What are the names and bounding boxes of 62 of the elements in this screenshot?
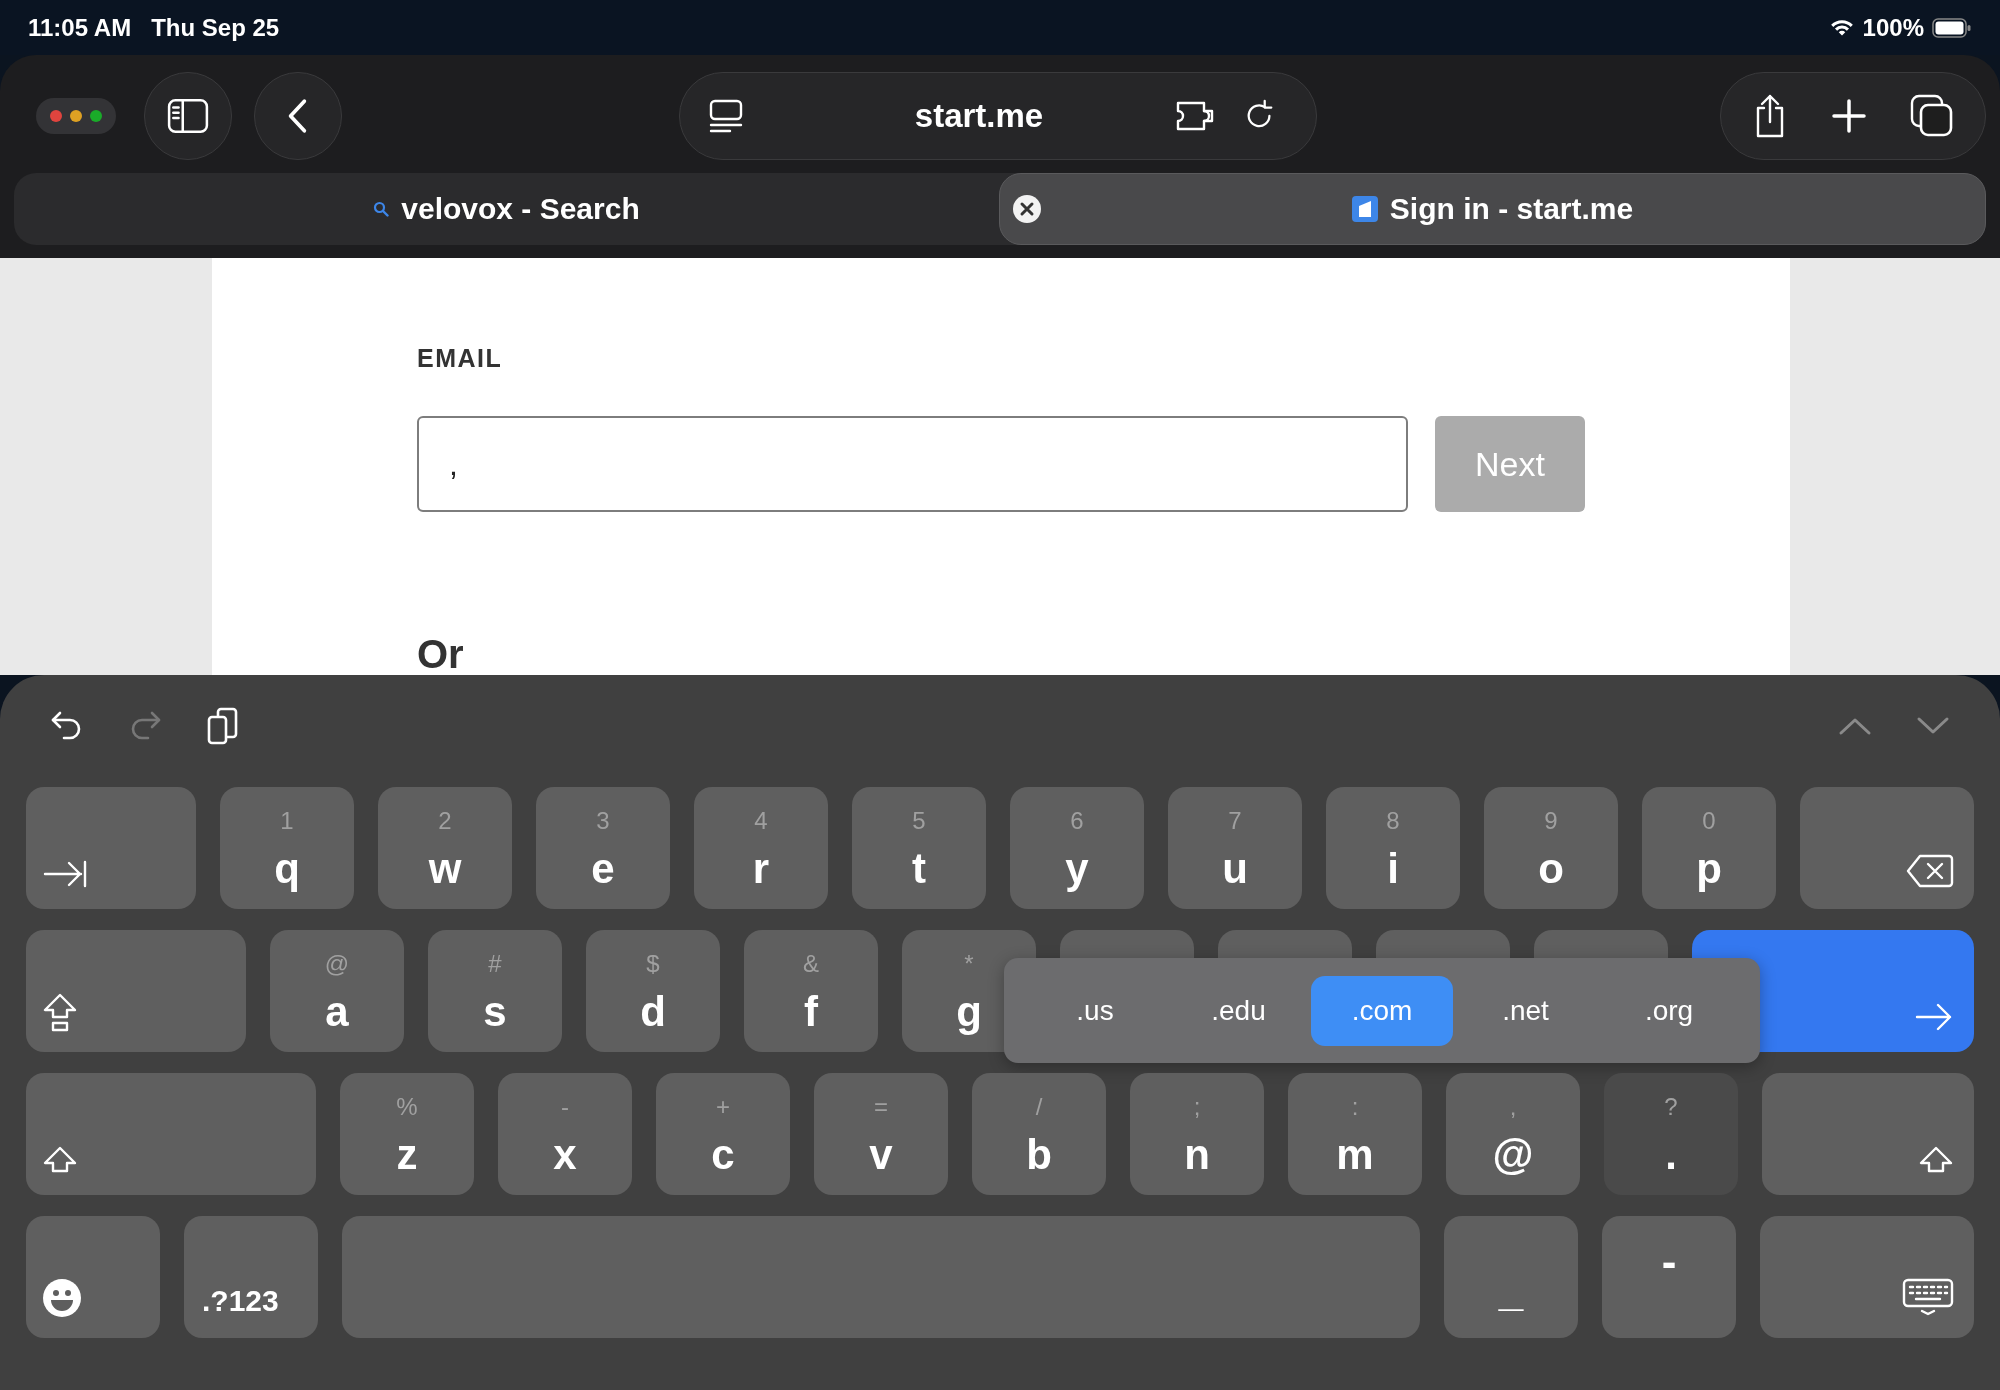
back-icon: [287, 98, 309, 134]
keyboard-key[interactable]: $ d: [586, 930, 720, 1052]
keyboard-key[interactable]: + c: [656, 1073, 790, 1195]
emoji-icon: [42, 1278, 82, 1318]
keyboard-key[interactable]: - x: [498, 1073, 632, 1195]
search-icon: [373, 201, 390, 217]
browser-tab[interactable]: velovox - Search: [14, 173, 999, 245]
clipboard-icon[interactable]: [206, 706, 240, 745]
reader-icon[interactable]: [708, 98, 744, 134]
caps-lock-icon: [42, 992, 78, 1032]
keyboard-key[interactable]: _: [1444, 1216, 1578, 1338]
site-icon: [1351, 196, 1378, 222]
keyboard-key[interactable]: 6 y: [1010, 787, 1144, 909]
domain-option[interactable]: .net: [1454, 975, 1597, 1046]
divider-text: Or: [417, 631, 465, 675]
field-label: EMAIL: [417, 344, 504, 374]
battery-percent: 100%: [1862, 13, 1924, 42]
close-icon[interactable]: [1012, 194, 1042, 224]
keyboard-key[interactable]: ; n: [1130, 1073, 1264, 1195]
plus-icon[interactable]: [1831, 98, 1867, 134]
email-field[interactable]: ,: [417, 416, 1408, 512]
keyboard-key[interactable]: , @: [1446, 1073, 1580, 1195]
keyboard-icon: [1902, 1278, 1954, 1318]
shift-icon: [42, 1145, 78, 1175]
window-controls[interactable]: [36, 98, 116, 134]
battery-icon: [1932, 17, 1972, 38]
address-bar[interactable]: start.me: [679, 72, 1317, 160]
keyboard-key[interactable]: : m: [1288, 1073, 1422, 1195]
keyboard-key[interactable]: 9 o: [1484, 787, 1618, 909]
wifi-icon: [1828, 17, 1855, 38]
chevron-down-icon[interactable]: [1916, 715, 1950, 736]
keyboard-key[interactable]: 2 w: [378, 787, 512, 909]
numbers-key[interactable]: .?123: [184, 1216, 318, 1338]
tab-icon: [42, 859, 88, 889]
sidebar-icon: [167, 98, 209, 134]
keyboard-key[interactable]: & f: [744, 930, 878, 1052]
keyboard-key[interactable]: 7 u: [1168, 787, 1302, 909]
tabs-icon[interactable]: [1909, 94, 1954, 138]
keyboard-key[interactable]: 5 t: [852, 787, 986, 909]
keyboard-key[interactable]: -: [1602, 1216, 1736, 1338]
keyboard-key[interactable]: % z: [340, 1073, 474, 1195]
address-text: start.me: [913, 97, 1045, 135]
keyboard-key[interactable]: ? .: [1604, 1073, 1738, 1195]
keyboard-key[interactable]: 8 i: [1326, 787, 1460, 909]
domain-option[interactable]: .edu: [1167, 975, 1310, 1046]
keyboard-key[interactable]: 4 r: [694, 787, 828, 909]
delete-icon: [1906, 853, 1954, 889]
shift-icon: [1918, 1145, 1954, 1175]
clock-time: 11:05 AM: [28, 13, 132, 42]
domain-option[interactable]: .com: [1311, 975, 1453, 1046]
keyboard-key[interactable]: 1 q: [220, 787, 354, 909]
browser-tab[interactable]: Sign in - start.me: [999, 173, 1986, 245]
keyboard-key[interactable]: @ a: [270, 930, 404, 1052]
emoji-key[interactable]: [26, 1216, 160, 1338]
keyboard-key[interactable]: 3 e: [536, 787, 670, 909]
date-text: Thu Sep 25: [151, 13, 280, 42]
keyboard-key[interactable]: # s: [428, 930, 562, 1052]
arrow-right-icon: [1914, 1002, 1954, 1032]
keyboard-key[interactable]: / b: [972, 1073, 1106, 1195]
keyboard-key[interactable]: 0 p: [1642, 787, 1776, 909]
domain-option[interactable]: .org: [1598, 975, 1740, 1046]
keyboard-key[interactable]: = v: [814, 1073, 948, 1195]
